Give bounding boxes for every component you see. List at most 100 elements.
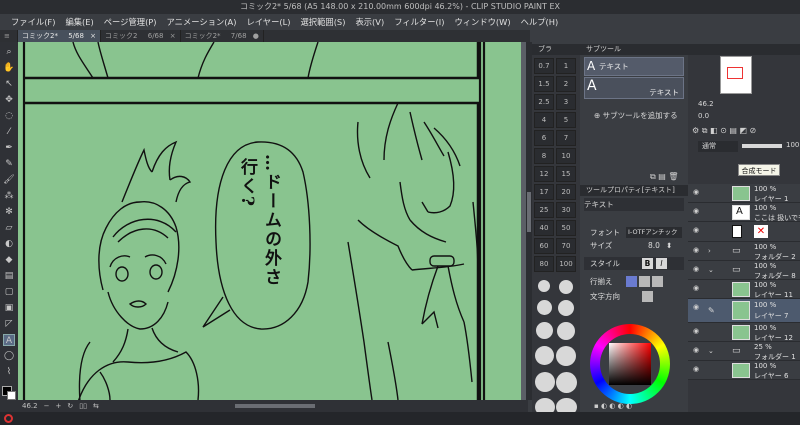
eye-icon[interactable]: ◉ — [693, 285, 702, 292]
brush-size-cell[interactable]: 40 — [534, 220, 554, 236]
layer-row[interactable]: ◉ 100 % レイヤー 11 — [688, 280, 800, 299]
brush-size-cell[interactable]: 1 — [556, 58, 576, 74]
layer-row[interactable]: ◉ 100 % レイヤー 12 — [688, 323, 800, 342]
collapse-icon[interactable]: ⌄ — [708, 266, 714, 274]
ruler-tool-icon[interactable]: ◸ — [3, 318, 15, 330]
scroll-thumb[interactable] — [527, 192, 531, 232]
brush-size-cell[interactable]: 50 — [556, 220, 576, 236]
subtool-panel-icons[interactable]: ⧉ ▤ 🗑 — [650, 172, 679, 182]
menu-page[interactable]: ページ管理(P) — [99, 16, 162, 28]
folder-row[interactable]: ◉ › ▭ 100 % フォルダー 2 — [688, 242, 800, 261]
eye-icon[interactable]: ◉ — [693, 247, 702, 254]
brush-size-cell[interactable]: 0.7 — [534, 58, 554, 74]
gradient-tool-icon[interactable]: ▤ — [3, 270, 15, 282]
move-tool-icon[interactable]: ✥ — [3, 94, 15, 106]
brush-size-dot[interactable] — [558, 300, 574, 316]
size-value[interactable]: 8.0 — [648, 239, 660, 252]
brush-size-dot[interactable] — [556, 346, 576, 366]
brush-size-cell[interactable]: 3 — [556, 94, 576, 110]
menu-filter[interactable]: フィルター(I) — [389, 16, 449, 28]
brush-size-cell[interactable]: 6 — [534, 130, 554, 146]
brush-size-cell[interactable]: 12 — [534, 166, 554, 182]
menu-edit[interactable]: 編集(E) — [60, 16, 98, 28]
brush-size-cell[interactable]: 25 — [534, 202, 554, 218]
menu-selection[interactable]: 選択範囲(S) — [296, 16, 351, 28]
manga-page[interactable]: …ドームの外さ 行く? — [18, 42, 528, 400]
menu-help[interactable]: ヘルプ(H) — [516, 16, 564, 28]
close-icon[interactable]: × — [90, 32, 96, 40]
tab-doc-1[interactable]: コミック2* 5/68 × — [18, 30, 102, 42]
text-tool-icon[interactable]: A — [3, 334, 15, 346]
horizontal-scrollbar[interactable] — [234, 404, 315, 408]
eye-icon[interactable]: ◉ — [693, 208, 702, 215]
brush-size-cell[interactable]: 10 — [556, 148, 576, 164]
balloon-tool-icon[interactable]: ◯ — [3, 350, 15, 362]
navigator-view-rect[interactable] — [727, 67, 743, 79]
brush-size-dot[interactable] — [557, 322, 575, 340]
eye-icon[interactable]: ◉ — [693, 347, 702, 354]
brush-size-cell[interactable]: 17 — [534, 184, 554, 200]
expand-icon[interactable]: › — [708, 247, 711, 255]
navigator-zoom[interactable]: 46.2 — [698, 100, 714, 108]
brush-size-dot[interactable] — [559, 280, 573, 294]
zoom-out-icon[interactable]: − — [44, 402, 50, 410]
italic-button[interactable]: I — [656, 258, 667, 269]
brush-size-dot[interactable] — [536, 322, 553, 339]
tab-doc-3[interactable]: コミック2* 7/68 ● — [181, 30, 264, 42]
brush-size-cell[interactable]: 5 — [556, 112, 576, 128]
frame-tool-icon[interactable]: ▣ — [3, 302, 15, 314]
eraser-tool-icon[interactable]: ▱ — [3, 222, 15, 234]
folder-row[interactable]: ◉ ⌄ ▭ 100 % フォルダー 8 — [688, 261, 800, 280]
pencil-tool-icon[interactable]: ✎ — [3, 158, 15, 170]
close-icon[interactable]: × — [170, 32, 176, 40]
airbrush-tool-icon[interactable]: ⁂ — [3, 190, 15, 202]
layer-row[interactable]: ◉ A 100 % ここは 扱いでも 同様に — [688, 203, 800, 222]
tab-menu-icon[interactable]: ≡ — [0, 30, 18, 42]
hand-tool-icon[interactable]: ✋ — [3, 62, 15, 74]
eye-icon[interactable]: ◉ — [693, 227, 702, 234]
app-status-icon[interactable] — [4, 414, 13, 423]
opacity-slider[interactable] — [742, 144, 782, 148]
brush-size-cell[interactable]: 15 — [556, 166, 576, 182]
layer-row[interactable]: ◉ 100 % レイヤー 6 — [688, 361, 800, 380]
menu-file[interactable]: ファイル(F) — [6, 16, 60, 28]
brush-size-cell[interactable]: 2.5 — [534, 94, 554, 110]
navigator-angle[interactable]: 0.0 — [698, 112, 709, 120]
brush-size-cell[interactable]: 2 — [556, 76, 576, 92]
bold-button[interactable]: B — [642, 258, 653, 269]
brush-size-cell[interactable]: 70 — [556, 238, 576, 254]
color-mode-icons[interactable]: ▪ ◐ ◐ ◐ ◐ — [594, 402, 632, 410]
menu-layer[interactable]: レイヤー(L) — [241, 16, 295, 28]
tab-doc-2[interactable]: コミック2 6/68 × — [101, 30, 181, 42]
operation-tool-icon[interactable]: ↖ — [3, 78, 15, 90]
fill-tool-icon[interactable]: ◆ — [3, 254, 15, 266]
layer-panel-icons[interactable]: ⚙ ⧉ ◧ ⊙ ▤ ◩ ⊘ — [692, 126, 756, 136]
brush-size-cell[interactable]: 80 — [534, 256, 554, 272]
brush-size-cell[interactable]: 7 — [556, 130, 576, 146]
brush-size-cell[interactable]: 4 — [534, 112, 554, 128]
brush-size-cell[interactable]: 30 — [556, 202, 576, 218]
figure-tool-icon[interactable]: ▢ — [3, 286, 15, 298]
collapse-icon[interactable]: ⌄ — [708, 347, 714, 355]
eye-icon[interactable]: ◉ — [693, 328, 702, 335]
eye-icon[interactable]: ◉ — [693, 266, 702, 273]
pen-tool-icon[interactable]: ✒ — [3, 142, 15, 154]
brush-size-dot[interactable] — [535, 372, 555, 392]
mask-off-icon[interactable]: ✕ — [754, 225, 768, 238]
eye-icon[interactable]: ◉ — [693, 366, 702, 373]
blend-tool-icon[interactable]: ◐ — [3, 238, 15, 250]
add-subtool-link[interactable]: ⊕ サブツールを追加する — [594, 110, 678, 121]
folder-row[interactable]: ◉ ⌄ ▭ 25 % フォルダー 1 — [688, 342, 800, 361]
zoom-tool-icon[interactable]: ⌕ — [3, 46, 15, 58]
navigator-thumbnail[interactable] — [720, 56, 752, 94]
opacity-value[interactable]: 100 — [786, 141, 799, 149]
brush-size-dot[interactable] — [538, 280, 550, 292]
saturation-square[interactable] — [609, 343, 651, 385]
eye-icon[interactable]: ◉ — [693, 304, 702, 311]
blend-mode-select[interactable]: 通常 — [698, 141, 738, 152]
brush-size-cell[interactable]: 20 — [556, 184, 576, 200]
canvas-area[interactable]: …ドームの外さ 行く? — [18, 42, 528, 400]
page-nav-icon[interactable]: ▯▯ — [79, 402, 87, 410]
flip-icon[interactable]: ⇆ — [93, 402, 99, 410]
menu-window[interactable]: ウィンドウ(W) — [449, 16, 515, 28]
